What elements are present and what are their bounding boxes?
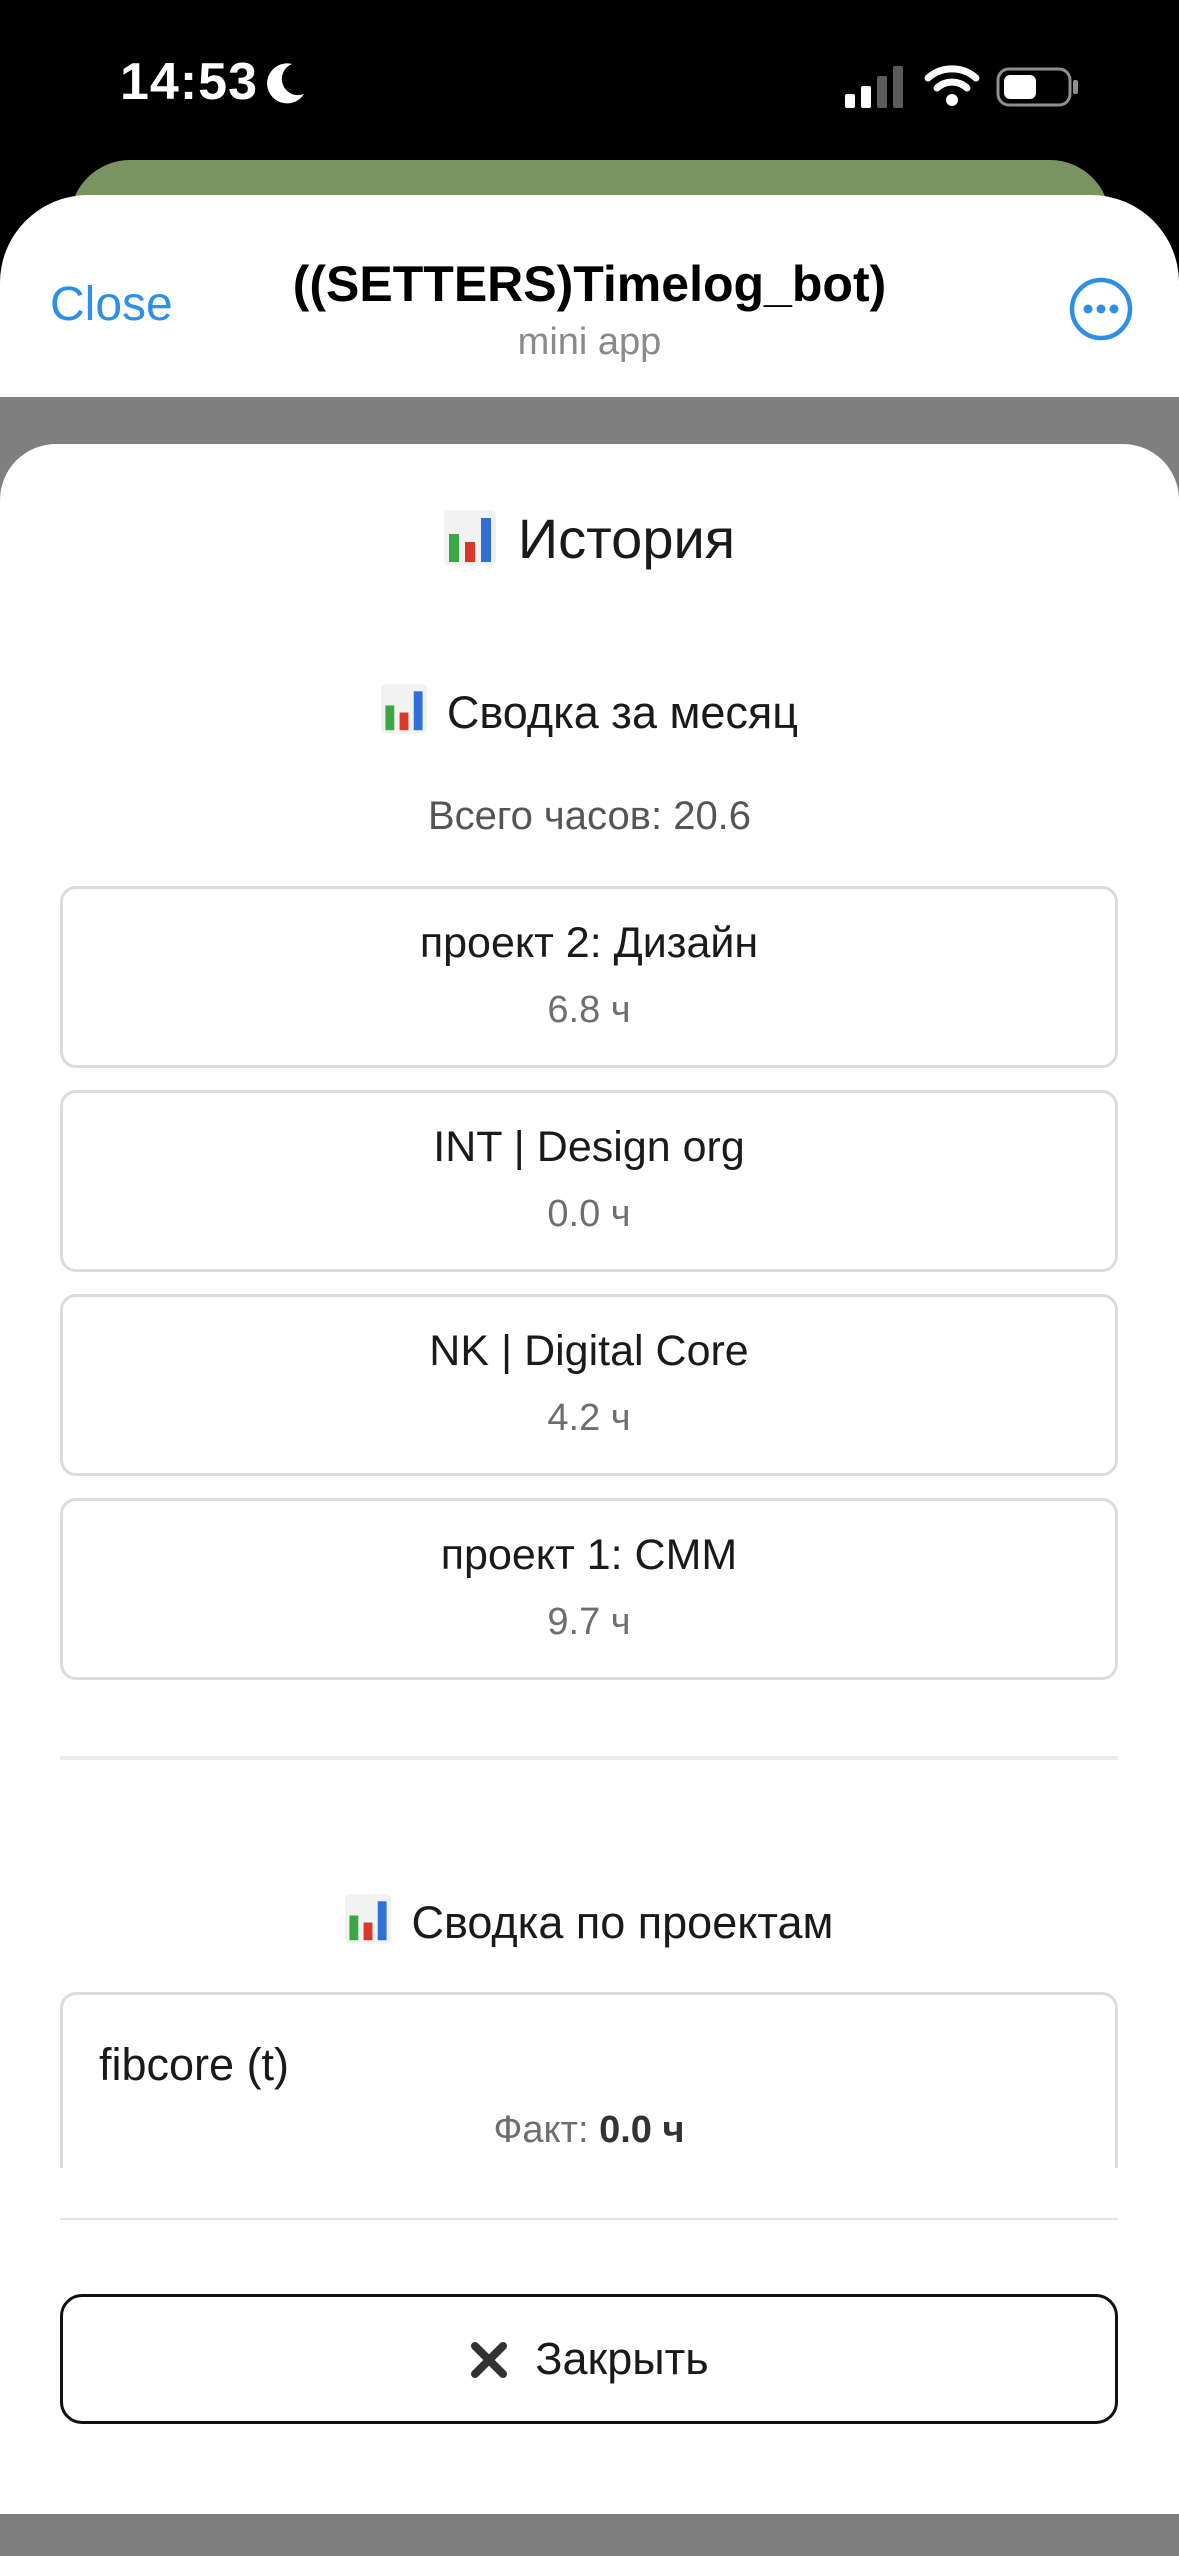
monthly-summary-heading-text: Сводка за месяц [446,687,799,738]
footer-divider [60,2218,1118,2220]
chart-icon [345,1894,392,1944]
project-name: NK | Digital Core [429,1327,749,1375]
moon-icon [267,63,304,104]
fact-value: 0.0 ч [599,2109,685,2151]
project-name: INT | Design org [433,1123,745,1171]
mini-app-header: Close ((SETTERS)Timelog_bot) mini app [0,195,1179,397]
app-content[interactable]: История Сводка за месяц Всего часов: 20.… [0,444,1179,2514]
status-bar: 14:53 [0,0,1179,170]
fact-label: Факт: [493,2109,589,2151]
bottom-backdrop [0,2514,1179,2556]
project-summary-fact: Факт: 0.0 ч [63,2109,1115,2152]
project-summary-heading-text: Сводка по проектам [411,1897,834,1948]
project-hours: 9.7 ч [547,1601,631,1643]
page-title: История [0,506,1179,571]
close-app-button[interactable]: Закрыть [60,2294,1118,2424]
project-name: проект 2: Дизайн [419,919,759,967]
status-time: 14:53 [120,53,258,111]
monthly-summary-heading: Сводка за месяц [0,684,1179,739]
project-card: проект 2: Дизайн 6.8 ч [60,886,1118,1068]
bot-subtitle: mini app [517,321,662,363]
chart-icon [443,510,496,566]
close-x-icon [471,2342,508,2378]
project-summary-name: fibcore (t) [99,2039,290,2090]
section-divider [60,1756,1118,1760]
wifi-icon [924,65,980,106]
project-card: NK | Digital Core 4.2 ч [60,1294,1118,1476]
close-app-button-label: Закрыть [535,2333,709,2384]
project-name: проект 1: CMM [440,1531,738,1579]
project-hours: 0.0 ч [547,1193,631,1235]
chart-icon [380,684,427,734]
total-hours: Всего часов: 20.6 [427,794,752,838]
project-summary-heading: Сводка по проектам [0,1894,1179,1949]
page-title-text: История [517,507,736,570]
project-card: проект 1: CMM 9.7 ч [60,1498,1118,1680]
cellular-icon [845,66,903,108]
more-icon[interactable] [1068,276,1134,342]
project-hours: 4.2 ч [547,1397,631,1439]
project-hours: 6.8 ч [547,989,631,1031]
project-card: INT | Design org 0.0 ч [60,1090,1118,1272]
bot-title: ((SETTERS)Timelog_bot) [292,256,887,312]
battery-icon [996,67,1078,107]
